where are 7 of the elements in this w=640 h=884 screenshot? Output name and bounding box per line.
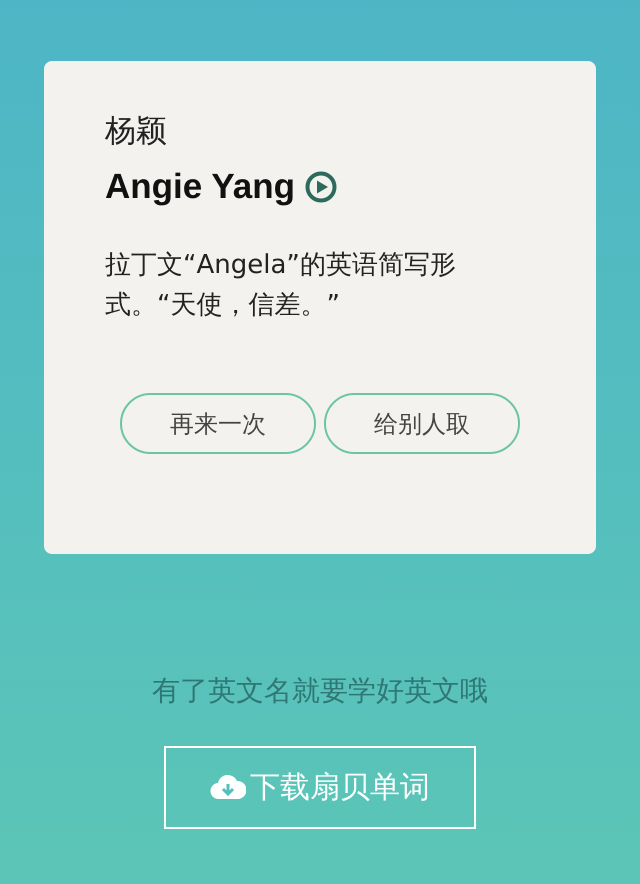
action-button[interactable]: 给别人取 — [324, 393, 520, 454]
chinese-name: 杨颖 — [105, 112, 167, 151]
name-description: 拉丁文“Angela”的英语简写形式。“天使，信差。” — [105, 249, 457, 322]
tagline: 有了英文名就要学好英文哦 — [152, 673, 488, 709]
play-icon[interactable] — [304, 171, 337, 203]
action-button[interactable]: 再来一次 — [120, 393, 316, 454]
english-name: Angie Yang — [105, 167, 295, 207]
